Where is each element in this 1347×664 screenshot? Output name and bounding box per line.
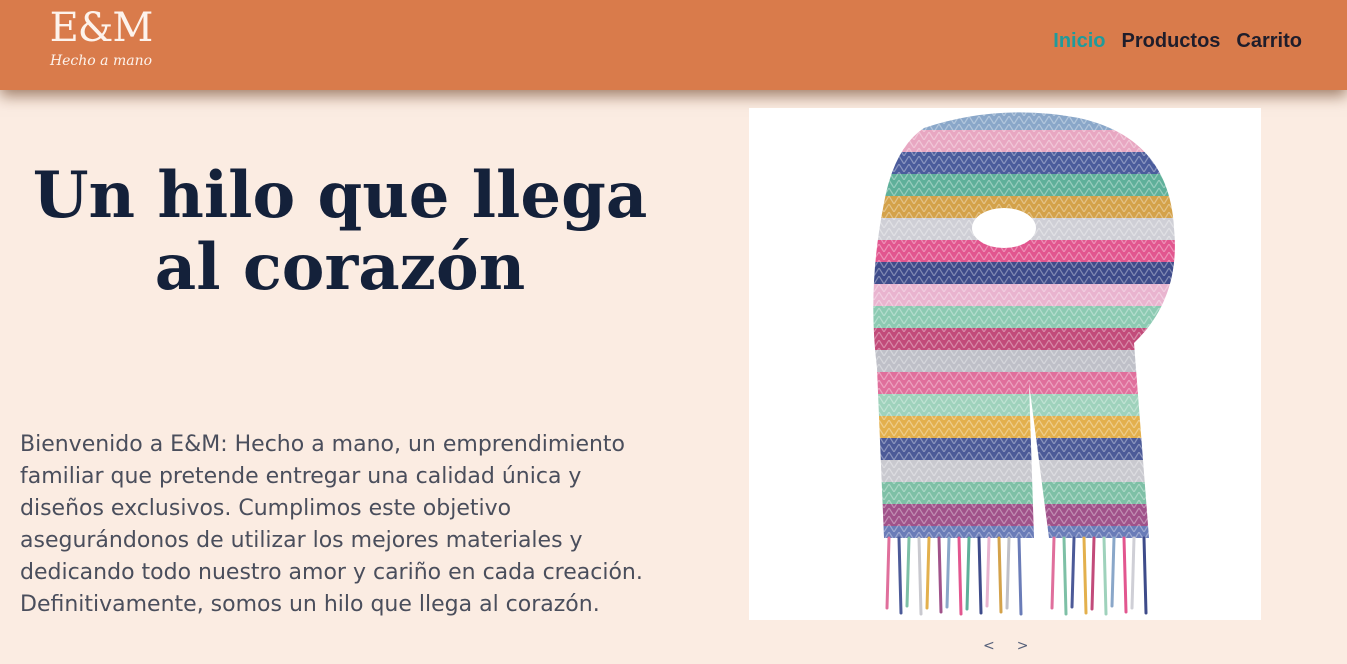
main-nav: Inicio Productos Carrito [1053, 30, 1302, 53]
brand-tagline: Hecho a mano [49, 53, 153, 69]
carousel-next-button[interactable]: > [1017, 638, 1029, 654]
nav-link-productos[interactable]: Productos [1122, 30, 1221, 53]
hero-description: Bienvenido a E&M: Hecho a mano, un empre… [20, 432, 643, 617]
carousel-controls: < > [983, 638, 1028, 654]
knitted-scarf-image [873, 112, 1175, 616]
site-header: E&M Hecho a mano Inicio Productos Carrit… [0, 0, 1347, 90]
nav-link-inicio[interactable]: Inicio [1053, 30, 1105, 53]
nav-link-carrito[interactable]: Carrito [1236, 30, 1302, 53]
brand-name: E&M [49, 5, 154, 51]
hero-title: Un hilo que llega al corazón [32, 158, 648, 305]
brand-logo[interactable]: E&M Hecho a mano [46, 6, 156, 70]
carousel-prev-button[interactable]: < [983, 638, 995, 654]
carousel-image [749, 108, 1261, 620]
